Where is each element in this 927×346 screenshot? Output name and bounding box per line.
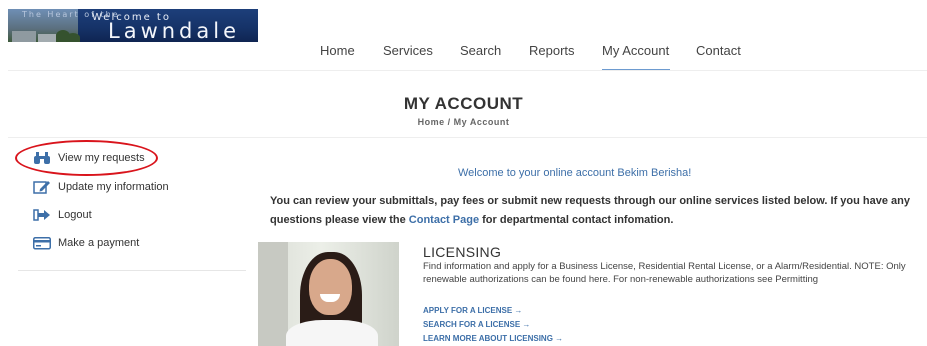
apply-license-link[interactable]: APPLY FOR A LICENSE → [423, 306, 522, 315]
learn-more-licensing-link[interactable]: LEARN MORE ABOUT LICENSING → [423, 334, 563, 343]
photo-background-shelf [258, 242, 288, 346]
licensing-title: LICENSING [423, 244, 502, 260]
contact-page-link[interactable]: Contact Page [409, 214, 479, 226]
nav-contact[interactable]: Contact [696, 43, 741, 69]
photo-shirt [286, 320, 378, 346]
nav-search[interactable]: Search [460, 43, 501, 69]
search-license-link[interactable]: SEARCH FOR A LICENSE → [423, 320, 530, 329]
nav-services[interactable]: Services [383, 43, 433, 69]
logo-building [38, 34, 56, 42]
photo-face [309, 259, 352, 315]
sidebar-divider [18, 270, 246, 271]
nav-divider [8, 70, 927, 71]
intro-text-end: for departmental contact infomation. [479, 214, 674, 226]
main-nav: Home Services Search Reports My Account … [0, 43, 927, 71]
lawndale-logo[interactable]: The Heart of the Welcome to Lawndale [8, 9, 258, 42]
welcome-message: Welcome to your online account Bekim Ber… [458, 167, 692, 179]
sidebar-item-label: Update my information [58, 181, 169, 193]
logout-icon [33, 208, 51, 222]
logo-tree [66, 33, 80, 42]
credit-card-icon [33, 236, 51, 250]
breadcrumb[interactable]: Home / My Account [0, 117, 927, 127]
licensing-description: Find information and apply for a Busines… [423, 261, 906, 285]
intro-text: You can review your submittals, pay fees… [270, 192, 920, 230]
page-title: MY ACCOUNT [403, 94, 524, 113]
sidebar-item-label: Logout [58, 209, 92, 221]
logo-city-name: Lawndale [108, 19, 241, 42]
nav-my-account[interactable]: My Account [602, 43, 670, 71]
logo-building [12, 31, 36, 42]
nav-reports[interactable]: Reports [529, 43, 575, 69]
licensing-photo [258, 242, 399, 346]
sidebar-item-label: Make a payment [58, 237, 140, 249]
nav-home[interactable]: Home [320, 43, 355, 69]
edit-icon [33, 180, 51, 194]
title-divider [8, 137, 927, 138]
highlight-circle-annotation [15, 140, 158, 176]
